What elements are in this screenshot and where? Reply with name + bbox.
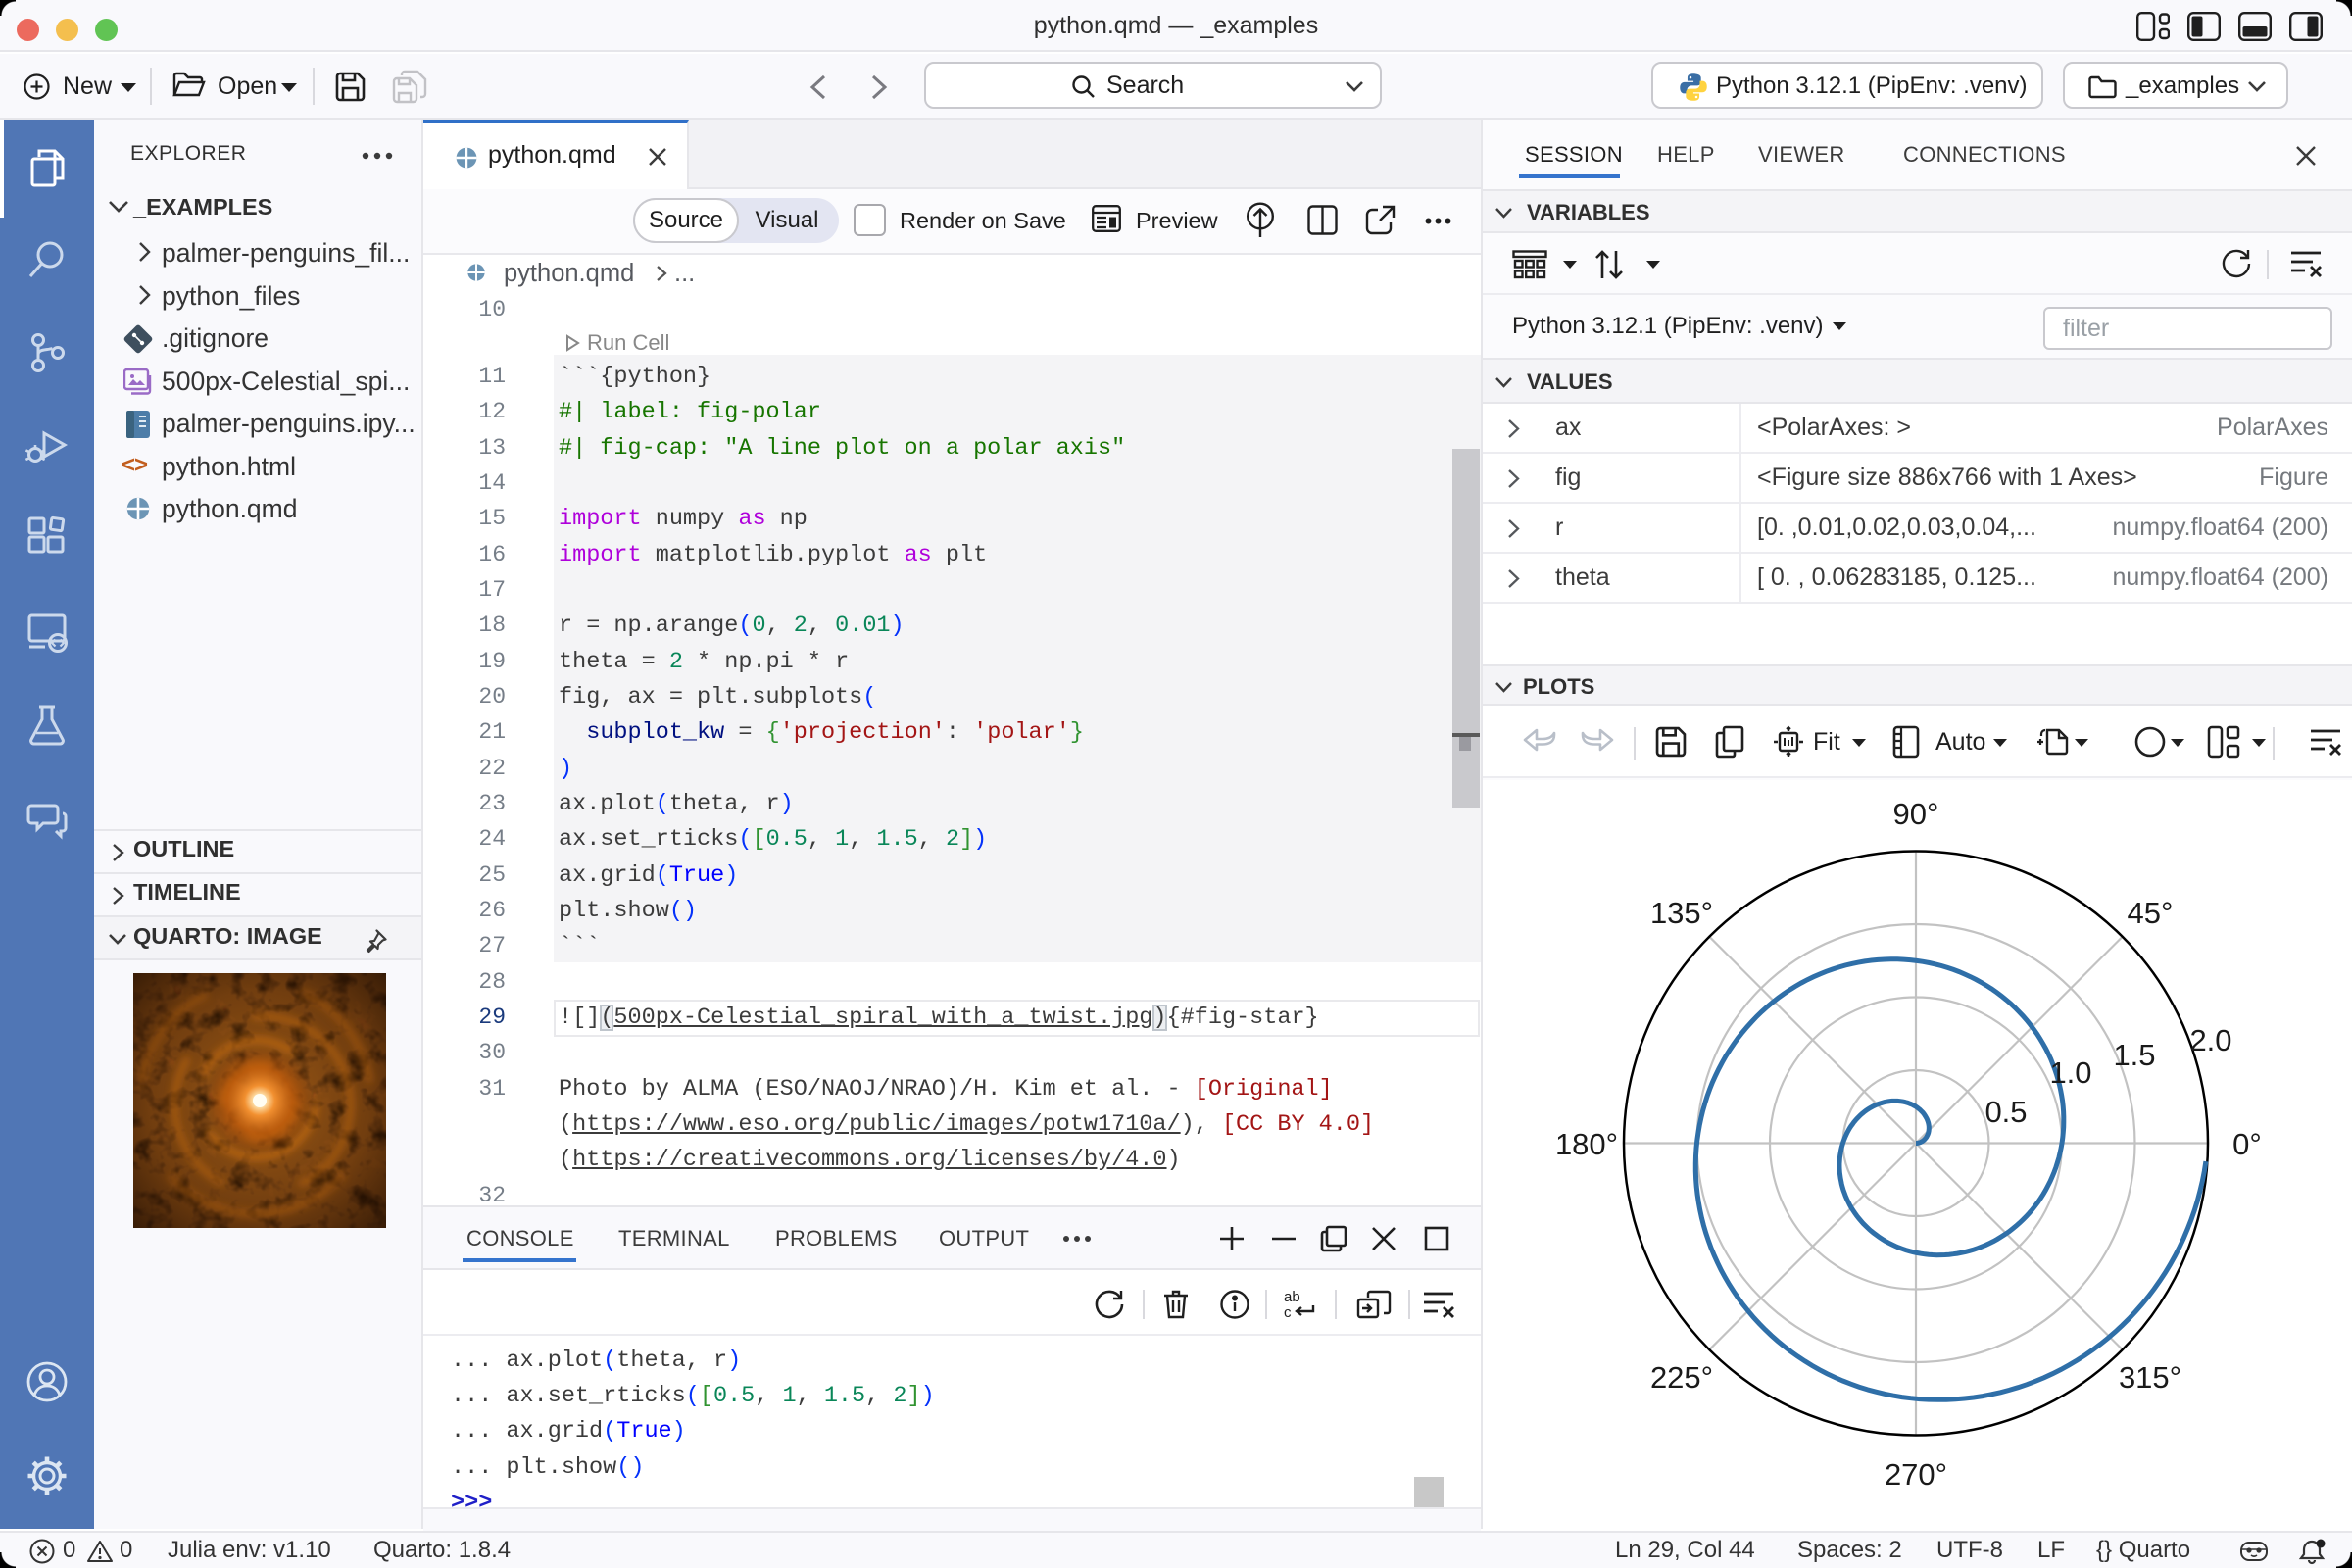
- svg-text:2.0: 2.0: [2189, 1023, 2231, 1057]
- svg-text:0°: 0°: [2232, 1127, 2262, 1161]
- svg-text:180°: 180°: [1555, 1127, 1618, 1161]
- svg-text:1.0: 1.0: [2049, 1055, 2091, 1090]
- svg-text:1.5: 1.5: [2113, 1038, 2155, 1072]
- svg-text:ab: ab: [1284, 1289, 1300, 1305]
- svg-text:315°: 315°: [2119, 1360, 2181, 1395]
- svg-text:90°: 90°: [1893, 797, 1939, 831]
- svg-text:c: c: [1284, 1304, 1292, 1321]
- svg-text:45°: 45°: [2128, 896, 2174, 930]
- svg-text:0.5: 0.5: [1984, 1095, 2027, 1129]
- svg-text:270°: 270°: [1885, 1457, 1947, 1492]
- svg-text:135°: 135°: [1650, 896, 1713, 930]
- svg-text:225°: 225°: [1650, 1360, 1713, 1395]
